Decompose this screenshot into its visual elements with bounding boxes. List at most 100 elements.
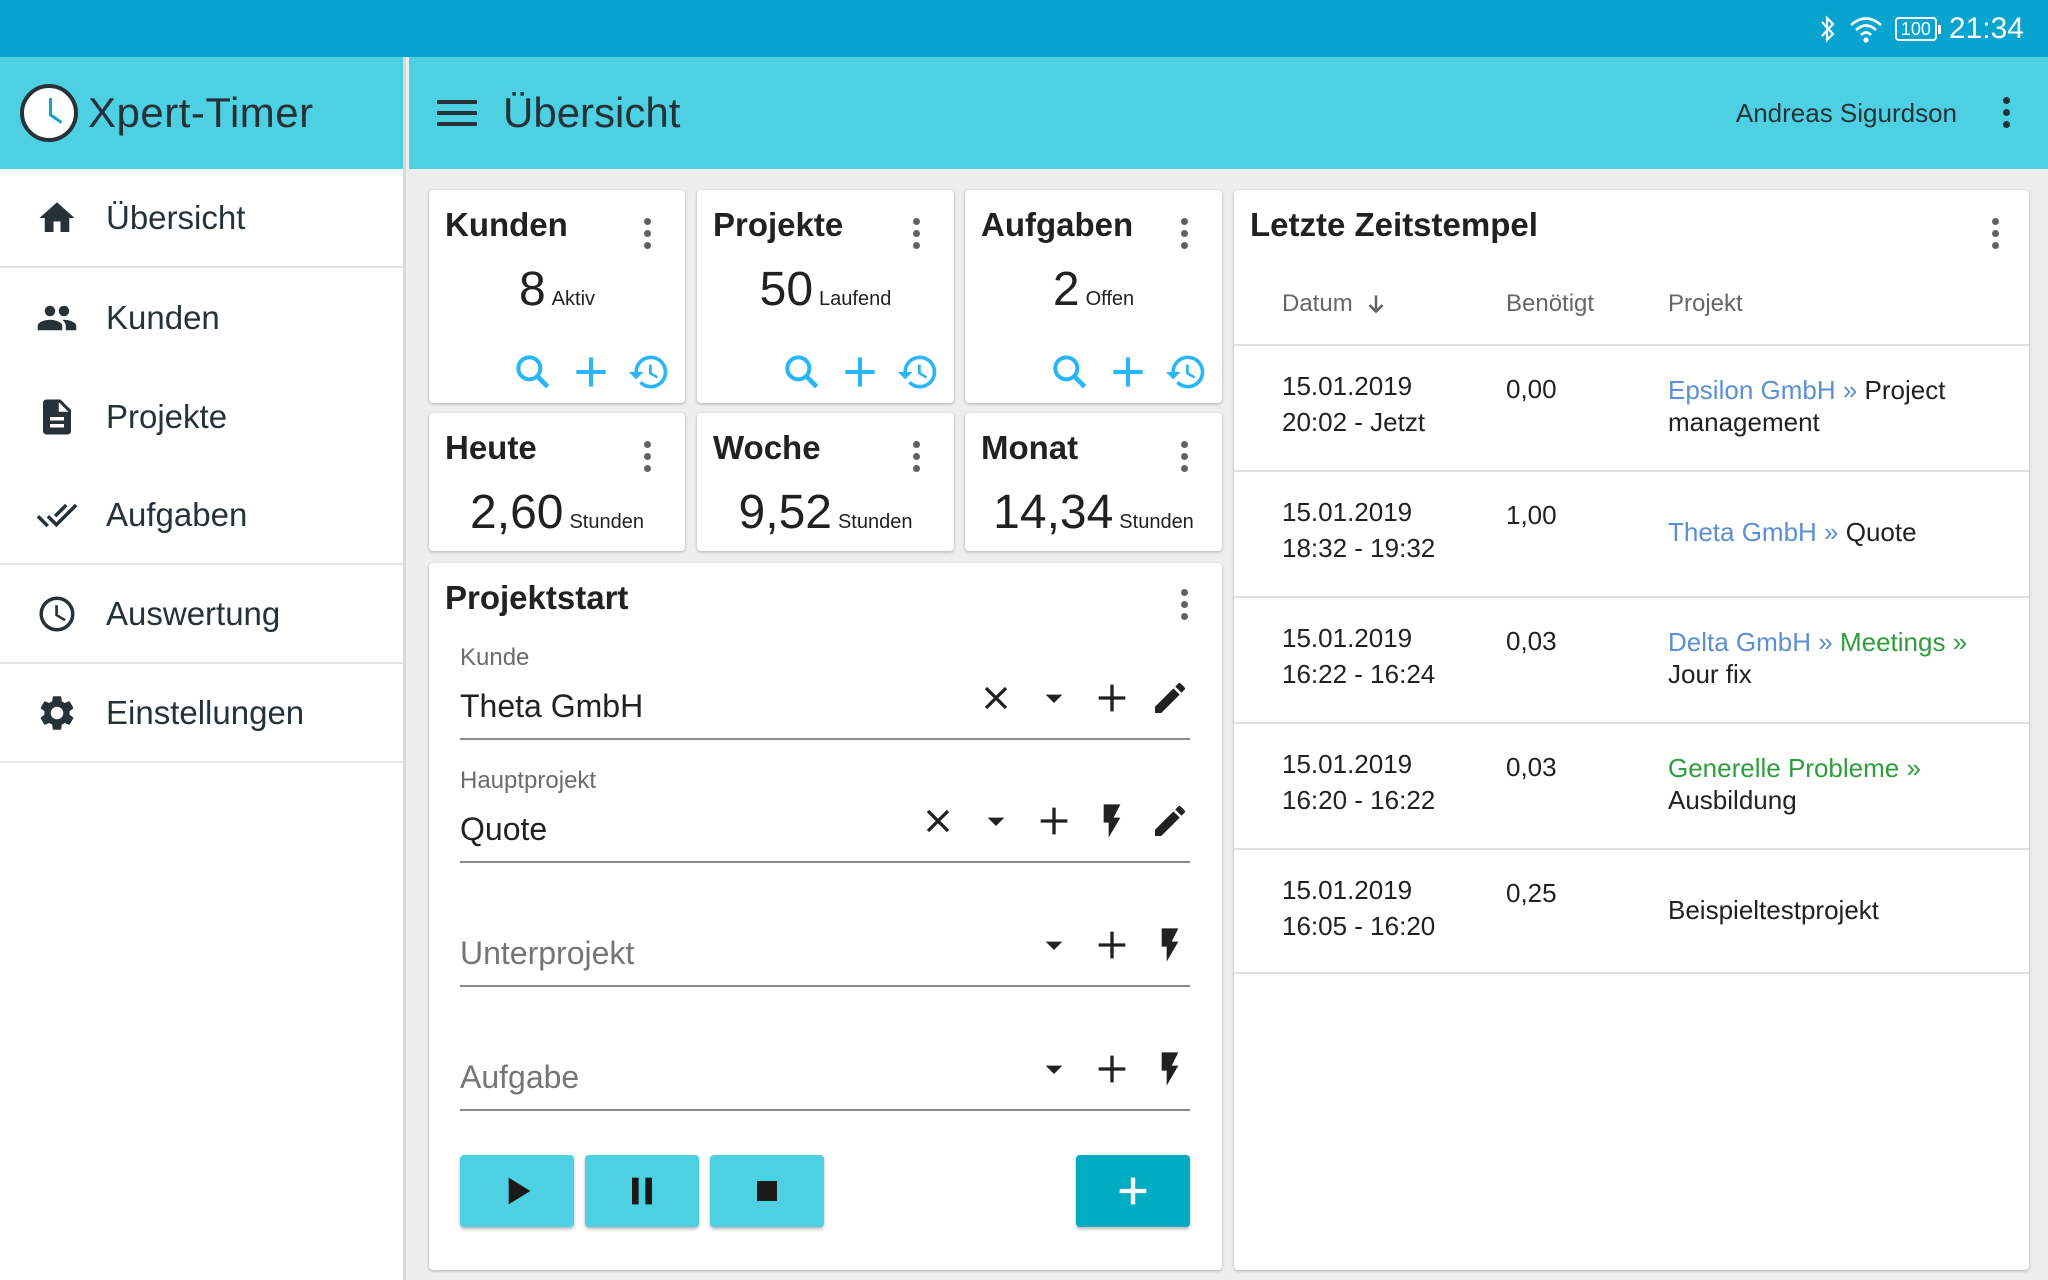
add-icon <box>1119 1177 1147 1205</box>
card-menu-icon[interactable] <box>912 441 920 472</box>
add-icon[interactable] <box>1106 350 1150 394</box>
column-header-benoetigt[interactable]: Benötigt <box>1506 290 1594 318</box>
card-menu-icon[interactable] <box>643 218 651 249</box>
row-duration: 0,03 <box>1506 626 1557 656</box>
history-icon[interactable] <box>1164 350 1208 394</box>
dropdown-arrow-icon[interactable] <box>976 801 1016 841</box>
row-project: Beispieltestprojekt <box>1668 895 1879 925</box>
flash-icon[interactable] <box>1150 1049 1190 1089</box>
stat-value: 14,34 <box>993 486 1114 539</box>
sidebar-item-projekte[interactable]: Projekte <box>0 367 403 466</box>
row-date-cell: 15.01.2019 20:02 - Jetzt <box>1282 368 1425 440</box>
column-header-projekt[interactable]: Projekt <box>1668 290 1743 318</box>
flash-icon[interactable] <box>1092 801 1132 841</box>
table-row[interactable]: 15.01.2019 20:02 - Jetzt 0,00 Epsilon Gm… <box>1234 344 2029 470</box>
table-row[interactable]: 15.01.2019 16:05 - 16:20 0,25 Beispielte… <box>1234 848 2029 974</box>
play-button[interactable] <box>460 1155 574 1227</box>
card-title: Kunden <box>445 206 568 243</box>
card-stat: 50 Laufend <box>697 262 954 317</box>
row-duration: 1,00 <box>1506 500 1557 530</box>
row-subproject-link[interactable]: Generelle Probleme » <box>1668 753 1921 783</box>
sidebar: Xpert-Timer Übersicht Kunden Projekte Au… <box>0 57 406 1280</box>
flash-icon[interactable] <box>1150 925 1190 965</box>
add-entry-button[interactable] <box>1076 1155 1190 1227</box>
table-row[interactable]: 15.01.2019 16:22 - 16:24 0,03 Delta GmbH… <box>1234 596 2029 722</box>
clear-icon[interactable] <box>918 801 958 841</box>
wifi-icon <box>1849 14 1883 44</box>
sidebar-item-einstellungen[interactable]: Einstellungen <box>0 664 403 763</box>
add-icon[interactable] <box>569 350 613 394</box>
stop-icon <box>757 1181 777 1201</box>
card-title: Monat <box>981 429 1079 466</box>
row-project: Jour fix <box>1668 659 1752 689</box>
app-title: Xpert-Timer <box>88 89 314 136</box>
history-icon[interactable] <box>896 350 940 394</box>
row-date: 15.01.2019 <box>1282 497 1413 527</box>
add-icon[interactable] <box>1034 801 1074 841</box>
stat-unit: Stunden <box>837 511 913 533</box>
card-menu-icon[interactable] <box>1180 218 1188 249</box>
sort-descending-icon <box>1368 295 1384 314</box>
row-customer-link[interactable]: Epsilon GmbH » <box>1668 375 1857 405</box>
hauptprojekt-field[interactable]: Hauptprojekt Quote <box>460 761 1190 863</box>
edit-icon[interactable] <box>1150 678 1190 718</box>
more-options-icon[interactable] <box>2002 97 2010 128</box>
double-check-icon <box>36 503 78 527</box>
card-menu-icon[interactable] <box>1180 589 1188 620</box>
row-customer-link[interactable]: Delta GmbH » <box>1668 627 1833 657</box>
add-icon[interactable] <box>1092 1049 1132 1089</box>
menu-icon[interactable] <box>437 93 477 133</box>
add-icon[interactable] <box>838 350 882 394</box>
sidebar-item-kunden[interactable]: Kunden <box>0 268 403 367</box>
dropdown-arrow-icon[interactable] <box>1034 1049 1074 1089</box>
sidebar-item-aufgaben[interactable]: Aufgaben <box>0 466 403 565</box>
card-title: Woche <box>713 429 821 466</box>
history-icon[interactable] <box>627 350 671 394</box>
field-value: Quote <box>460 811 548 847</box>
table-row[interactable]: 15.01.2019 16:20 - 16:22 0,03 Generelle … <box>1234 722 2029 848</box>
card-stat: 14,34 Stunden <box>965 485 1222 540</box>
stop-button[interactable] <box>710 1155 824 1227</box>
card-menu-icon[interactable] <box>1180 441 1188 472</box>
edit-icon[interactable] <box>1150 801 1190 841</box>
sidebar-item-uebersicht[interactable]: Übersicht <box>0 169 403 268</box>
card-menu-icon[interactable] <box>643 441 651 472</box>
sidebar-item-label: Kunden <box>106 298 220 336</box>
search-icon[interactable] <box>780 350 824 394</box>
add-icon[interactable] <box>1092 925 1132 965</box>
table-row[interactable]: 15.01.2019 18:32 - 19:32 1,00 Theta GmbH… <box>1234 470 2029 596</box>
play-icon <box>508 1177 531 1205</box>
dropdown-arrow-icon[interactable] <box>1034 925 1074 965</box>
sidebar-item-auswertung[interactable]: Auswertung <box>0 565 403 664</box>
row-project-cell: Beispieltestprojekt <box>1668 894 1988 926</box>
add-icon[interactable] <box>1092 678 1132 718</box>
column-header-datum[interactable]: Datum <box>1282 290 1389 318</box>
row-duration: 0,25 <box>1506 878 1557 908</box>
user-name[interactable]: Andreas Sigurdson <box>1736 98 1957 129</box>
row-project-cell: Epsilon GmbH » Project management <box>1668 374 1988 438</box>
column-header-label: Datum <box>1282 290 1353 317</box>
kunde-field[interactable]: Kunde Theta GmbH <box>460 638 1190 740</box>
row-duration: 0,03 <box>1506 752 1557 782</box>
card-title: Projekte <box>713 206 844 243</box>
row-customer-link[interactable]: Theta GmbH » <box>1668 517 1839 547</box>
sidebar-header: Xpert-Timer <box>0 57 403 169</box>
field-actions <box>1034 1049 1190 1089</box>
stat-unit: Stunden <box>1119 511 1194 533</box>
stat-unit: Aktiv <box>551 288 596 310</box>
card-menu-icon[interactable] <box>912 218 920 249</box>
search-icon[interactable] <box>511 350 555 394</box>
clear-icon[interactable] <box>976 678 1016 718</box>
row-date: 15.01.2019 <box>1282 623 1413 653</box>
card-stat: 8 Aktiv <box>429 262 685 317</box>
row-subproject-link[interactable]: Meetings » <box>1840 627 1967 657</box>
unterprojekt-field[interactable]: Unterprojekt <box>460 885 1190 987</box>
field-value: Theta GmbH <box>460 688 644 724</box>
search-icon[interactable] <box>1048 350 1092 394</box>
dropdown-arrow-icon[interactable] <box>1034 678 1074 718</box>
pause-button[interactable] <box>585 1155 699 1227</box>
aufgabe-field[interactable]: Aufgabe <box>460 1009 1190 1111</box>
card-actions <box>780 350 940 394</box>
card-menu-icon[interactable] <box>1991 218 1999 249</box>
sidebar-item-label: Aufgaben <box>106 495 248 533</box>
